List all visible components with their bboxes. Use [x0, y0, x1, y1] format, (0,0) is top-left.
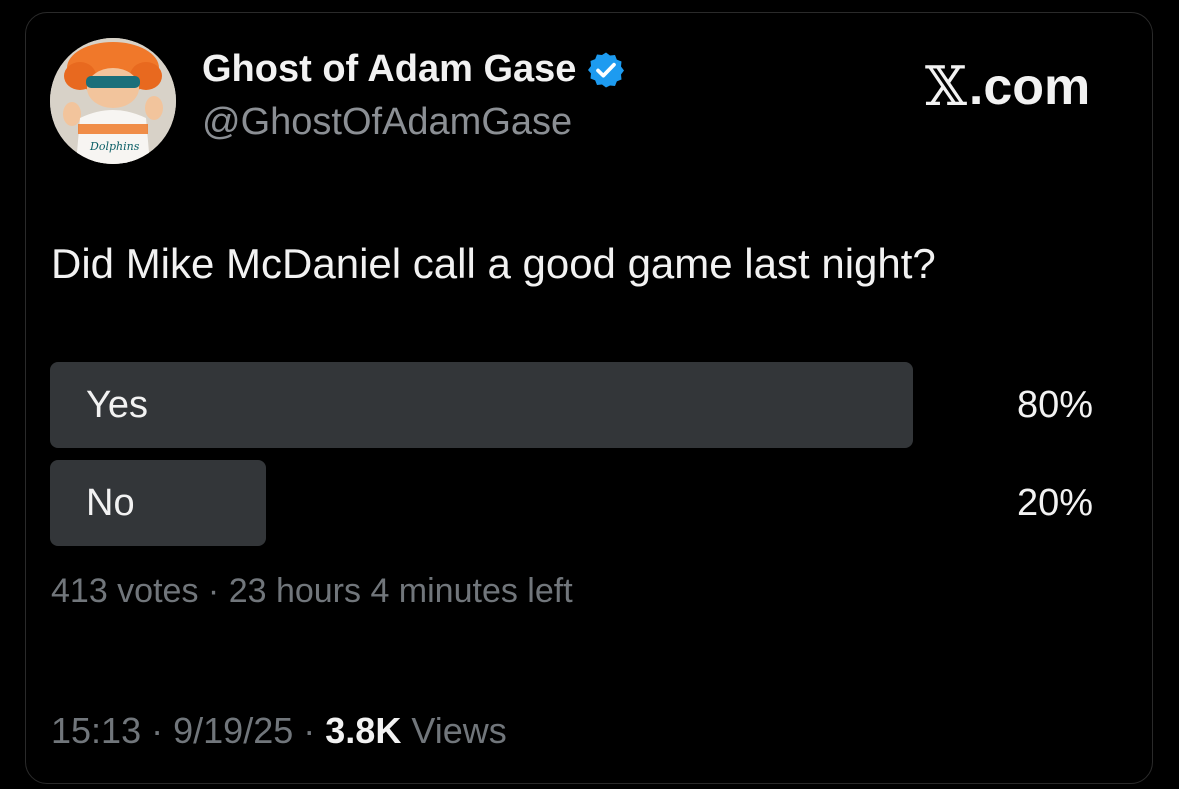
separator: · — [151, 710, 164, 751]
views-label[interactable]: Views — [411, 710, 506, 751]
author-display-name[interactable]: Ghost of Adam Gase — [202, 48, 576, 91]
x-logo-icon: 𝕏 — [925, 55, 967, 118]
poll-option-label: Yes — [86, 384, 148, 426]
x-logo[interactable]: 𝕏 .com — [925, 55, 1090, 118]
avatar-text: Dolphins — [89, 140, 140, 153]
author-name-row[interactable]: Ghost of Adam Gase — [202, 48, 626, 91]
author-handle[interactable]: @GhostOfAdamGase — [202, 101, 572, 144]
poll-vote-count: 413 votes — [51, 572, 199, 610]
poll-bar-yes — [50, 362, 913, 448]
poll-option-percent: 80% — [1016, 384, 1093, 426]
views-count[interactable]: 3.8K — [325, 710, 401, 751]
x-logo-suffix: .com — [968, 57, 1091, 116]
tweet-footer: 15:13 · 9/19/25 · 3.8K Views — [51, 710, 507, 752]
verified-badge-icon — [586, 50, 626, 90]
tweet-date[interactable]: 9/19/25 — [173, 710, 293, 751]
poll-option-no[interactable]: No 20% — [50, 460, 1095, 546]
poll-option-label: No — [86, 482, 135, 524]
poll-time-left: 23 hours 4 minutes left — [228, 572, 573, 610]
poll-meta: 413 votes · 23 hours 4 minutes left — [51, 572, 573, 611]
poll-option-yes[interactable]: Yes 80% — [50, 362, 1095, 448]
tweet-text: Did Mike McDaniel call a good game last … — [51, 240, 936, 287]
separator: · — [207, 572, 220, 610]
avatar[interactable]: Dolphins — [50, 38, 176, 164]
separator: · — [303, 710, 316, 751]
tweet-time[interactable]: 15:13 — [51, 710, 141, 751]
poll-option-percent: 20% — [1016, 482, 1093, 524]
poll-bar-no — [50, 460, 266, 546]
